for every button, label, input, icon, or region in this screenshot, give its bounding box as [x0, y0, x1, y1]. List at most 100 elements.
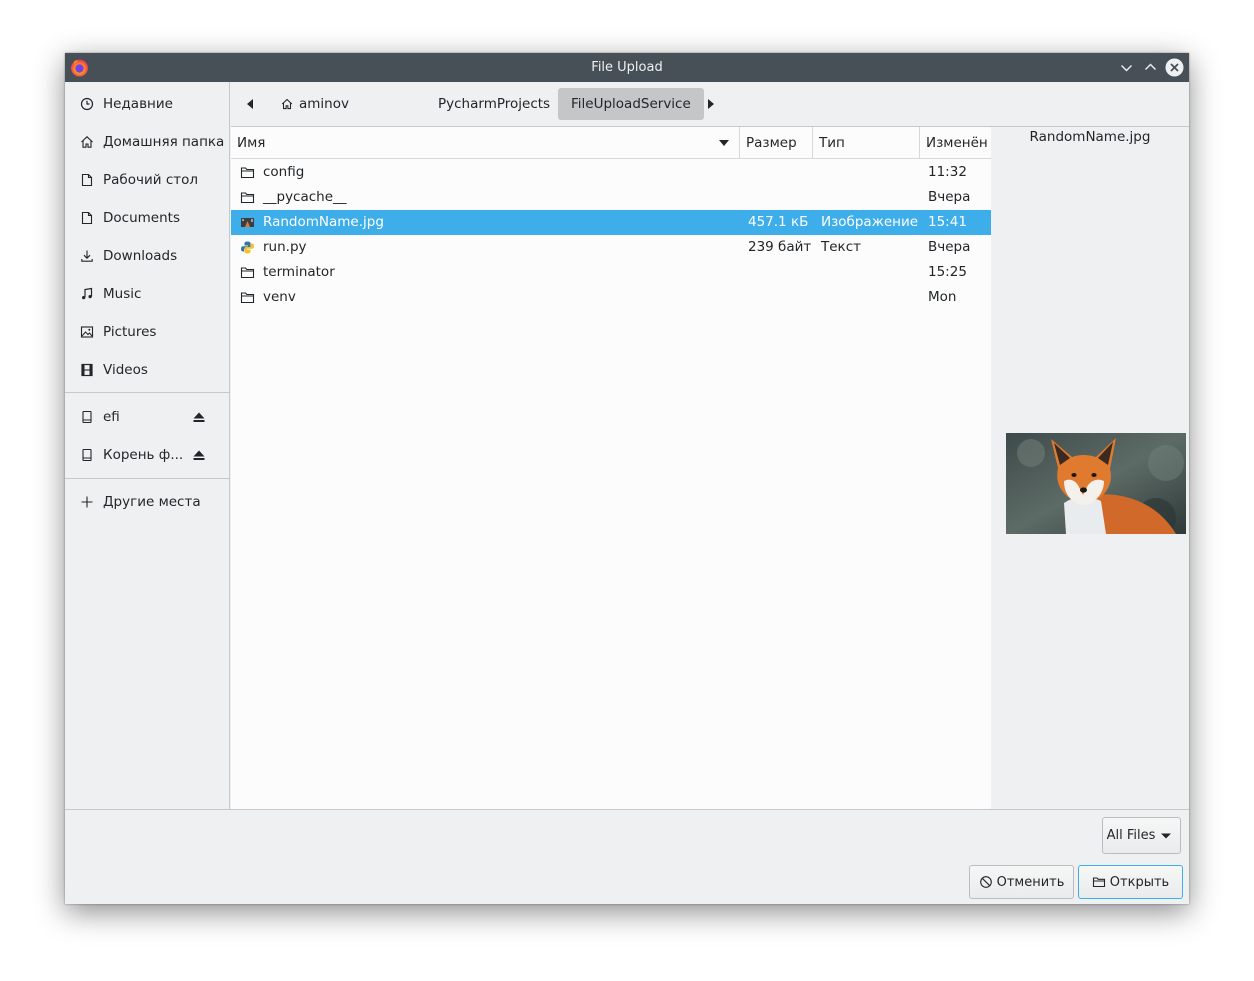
file-type: Изображение [821, 214, 919, 230]
sidebar-item-efi[interactable]: efi [65, 398, 230, 436]
fox-preview-image [1006, 433, 1186, 534]
sidebar-item-label: Documents [103, 210, 180, 226]
download-icon [81, 250, 93, 262]
column-header-label: Имя [237, 135, 266, 151]
sidebar-item-label: Другие места [103, 494, 201, 510]
file-name: config [263, 164, 305, 180]
cancel-button[interactable]: Отменить [969, 865, 1074, 899]
file-name: run.py [263, 239, 307, 255]
folder-icon [240, 292, 255, 304]
sidebar-item-music[interactable]: Music [65, 275, 230, 313]
path-bar: aminov PycharmProjects FileUploadService [231, 82, 1189, 127]
image-file-icon [241, 218, 254, 227]
sidebar-item-other-locations[interactable]: Другие места [65, 483, 230, 521]
crumb-label: aminov [299, 96, 349, 112]
sidebar-item-videos[interactable]: Videos [65, 351, 230, 389]
file-row[interactable]: venv Mon [231, 285, 991, 310]
window-title: File Upload [591, 60, 663, 75]
file-row-selected[interactable]: RandomName.jpg 457.1 кБ Изображение 15:4… [231, 210, 991, 235]
file-row[interactable]: config 11:32 [231, 160, 991, 185]
file-modified: 15:25 [928, 264, 967, 280]
file-type: Текст [821, 239, 861, 255]
open-button[interactable]: Открыть [1078, 865, 1183, 899]
column-header-type[interactable]: Тип [813, 127, 920, 159]
chevron-down-icon [1161, 833, 1172, 838]
close-icon[interactable] [1164, 57, 1185, 78]
open-label: Открыть [1109, 874, 1170, 890]
file-row[interactable]: __pycache__ Вчера [231, 185, 991, 210]
eject-icon[interactable] [192, 410, 206, 424]
filter-label: All Files [1106, 828, 1156, 843]
crumb-fileuploadservice[interactable]: FileUploadService [558, 88, 704, 120]
crumb-home[interactable]: aminov [267, 88, 362, 120]
drive-icon [82, 410, 92, 424]
sidebar-item-label: Корень ф... [103, 447, 184, 463]
sidebar-item-documents[interactable]: Documents [65, 199, 230, 237]
column-header-size[interactable]: Размер [740, 127, 813, 159]
minimize-icon[interactable] [1116, 57, 1137, 78]
file-row[interactable]: terminator 15:25 [231, 260, 991, 285]
sidebar-item-label: Недавние [103, 96, 173, 112]
sidebar-divider [65, 392, 230, 393]
file-name: venv [263, 289, 296, 305]
sidebar-item-label: Домашняя папка [103, 134, 225, 150]
folder-icon [240, 267, 255, 279]
file-modified: Mon [928, 289, 957, 305]
file-type-filter-dropdown[interactable]: All Files [1102, 817, 1181, 854]
title-bar[interactable]: File Upload [65, 53, 1189, 82]
crumb-label: PycharmProjects [438, 96, 551, 112]
preview-filename: RandomName.jpg [1029, 129, 1151, 145]
sidebar-item-label: Рабочий стол [103, 172, 198, 188]
python-icon [241, 241, 254, 254]
file-size: 457.1 кБ [748, 214, 809, 230]
sidebar-item-label: Pictures [103, 324, 157, 340]
crumb-label: FileUploadService [571, 96, 691, 112]
file-list[interactable]: Имя Размер Тип Изменён config 11:32 __py… [231, 127, 991, 809]
file-row[interactable]: run.py 239 байт Текст Вчера [231, 235, 991, 260]
sidebar-item-pictures[interactable]: Pictures [65, 313, 230, 351]
sidebar-item-desktop[interactable]: Рабочий стол [65, 161, 230, 199]
cancel-icon [979, 876, 992, 888]
plus-icon [81, 496, 93, 508]
sidebar-item-label: Downloads [103, 248, 178, 264]
folder-icon [240, 167, 255, 179]
column-header-name[interactable]: Имя [231, 127, 740, 159]
sidebar-item-label: Music [103, 286, 142, 302]
music-icon [82, 287, 93, 300]
file-name: terminator [263, 264, 335, 280]
sidebar-item-home[interactable]: Домашняя папка [65, 123, 230, 161]
dialog-footer: All Files Отменить Открыть [65, 809, 1189, 904]
file-modified: 11:32 [928, 164, 967, 180]
file-modified: 15:41 [928, 214, 967, 230]
column-header-label: Размер [746, 135, 797, 151]
sidebar-item-downloads[interactable]: Downloads [65, 237, 230, 275]
home-icon [81, 136, 93, 148]
crumb-pycharmprojects[interactable]: PycharmProjects [425, 88, 563, 120]
sidebar-item-root[interactable]: Корень ф... [65, 436, 230, 474]
sidebar-item-label: Videos [103, 362, 148, 378]
drive-icon [82, 448, 92, 462]
file-modified: Вчера [928, 239, 971, 255]
path-back-arrow-icon[interactable] [237, 88, 263, 120]
path-forward-arrow-icon[interactable] [698, 88, 724, 120]
sort-descending-icon [719, 140, 729, 146]
maximize-icon[interactable] [1140, 57, 1161, 78]
file-modified: Вчера [928, 189, 971, 205]
film-icon [81, 363, 93, 377]
sidebar-divider [65, 478, 230, 479]
folder-open-icon [1092, 877, 1105, 888]
clock-icon [80, 97, 94, 111]
home-icon [281, 98, 293, 110]
sidebar-item-recent[interactable]: Недавние [65, 85, 230, 123]
document-icon [81, 173, 93, 187]
file-upload-dialog: File Upload Недавние Домашняя папка Рабо… [65, 53, 1189, 904]
eject-icon[interactable] [192, 448, 206, 462]
file-size: 239 байт [748, 239, 812, 255]
preview-pane: RandomName.jpg [991, 127, 1189, 809]
places-sidebar: Недавние Домашняя папка Рабочий стол Doc… [65, 82, 230, 809]
column-header-modified[interactable]: Изменён [920, 127, 991, 159]
sidebar-item-label: efi [103, 409, 120, 425]
column-header-label: Тип [819, 135, 845, 151]
file-name: RandomName.jpg [263, 214, 384, 230]
document-icon [81, 211, 93, 225]
